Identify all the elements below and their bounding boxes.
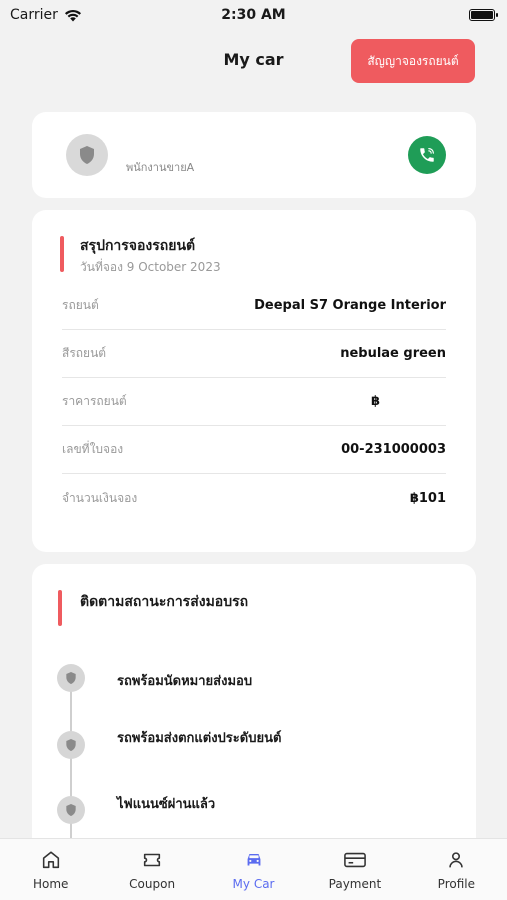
summary-title: สรุปการจองรถยนต์ (80, 238, 196, 254)
booking-date: วันที่จอง 9 October 2023 (80, 260, 221, 274)
tab-label: My Car (232, 877, 275, 891)
carrier-group: Carrier (10, 7, 82, 23)
row-label: ราคารถยนต์ (62, 394, 127, 408)
timeline-step-dot (57, 731, 85, 759)
row-value: ฿101 (409, 490, 446, 506)
wifi-icon (64, 9, 81, 21)
bottom-tab-bar: Home Coupon My Car Payment Profile (0, 838, 507, 900)
battery-icon (469, 9, 498, 21)
header: My car สัญญาจองรถยนต์ (0, 36, 507, 86)
timeline-step-label: ไฟแนนซ์ผ่านแล้ว (117, 797, 216, 812)
row-label: สีรถยนต์ (62, 346, 107, 360)
delivery-tracking-card: ติดตามสถานะการส่งมอบรถ (32, 564, 476, 864)
avatar (66, 134, 108, 176)
phone-icon (420, 148, 434, 162)
shield-icon (80, 146, 94, 164)
timeline-step-label: รถพร้อมส่งตกแต่งประดับยนต์ (117, 731, 282, 746)
car-icon (247, 854, 260, 866)
row-value: nebulae green (340, 346, 446, 361)
row-value: Deepal S7 Orange Interior (254, 298, 446, 313)
tab-coupon[interactable]: Coupon (101, 839, 202, 900)
timeline-step-dot (57, 796, 85, 824)
section-accent-bar (58, 590, 62, 626)
payment-icon (344, 852, 366, 868)
tab-label: Profile (437, 877, 475, 891)
summary-row-booking-number: เลขที่ใบจอง 00-231000003 (62, 426, 446, 474)
tab-payment[interactable]: Payment (304, 839, 405, 900)
tab-label: Payment (328, 877, 382, 891)
shield-icon (66, 672, 76, 684)
tab-label: Coupon (129, 877, 176, 891)
shield-icon (66, 804, 76, 816)
profile-icon (449, 852, 464, 868)
tab-profile[interactable]: Profile (406, 839, 507, 900)
summary-row-price: ราคารถยนต์ ฿ (62, 378, 446, 426)
summary-row-car: รถยนต์ Deepal S7 Orange Interior (62, 282, 446, 330)
home-icon (42, 851, 59, 869)
tracking-title: ติดตามสถานะการส่งมอบรถ (80, 594, 249, 610)
shield-icon (66, 739, 76, 751)
summary-row-deposit: จำนวนเงินจอง ฿101 (62, 474, 446, 522)
call-button[interactable] (408, 136, 446, 174)
summary-row-color: สีรถยนต์ nebulae green (62, 330, 446, 378)
row-value: 00-231000003 (341, 442, 446, 457)
timeline-step-dot (57, 664, 85, 692)
row-value: ฿ (370, 394, 380, 409)
timeline-step-label: รถพร้อมนัดหมายส่งมอบ (117, 674, 253, 689)
row-label: เลขที่ใบจอง (62, 442, 124, 456)
booking-summary-card: สรุปการจองรถยนต์ วันที่จอง 9 October 202… (32, 210, 476, 552)
carrier-label: Carrier (10, 7, 58, 23)
tab-home[interactable]: Home (0, 839, 101, 900)
booking-contract-button[interactable]: สัญญาจองรถยนต์ (351, 39, 475, 83)
coupon-icon (143, 853, 161, 867)
row-label: จำนวนเงินจอง (62, 490, 138, 505)
status-bar: Carrier 2:30 AM (0, 0, 507, 30)
tab-my-car[interactable]: My Car (203, 839, 304, 900)
section-accent-bar (60, 236, 64, 272)
row-label: รถยนต์ (62, 298, 99, 312)
salesperson-name: พนักงานขายA (126, 161, 195, 174)
tab-label: Home (32, 877, 69, 891)
salesperson-card: พนักงานขายA (32, 112, 476, 198)
